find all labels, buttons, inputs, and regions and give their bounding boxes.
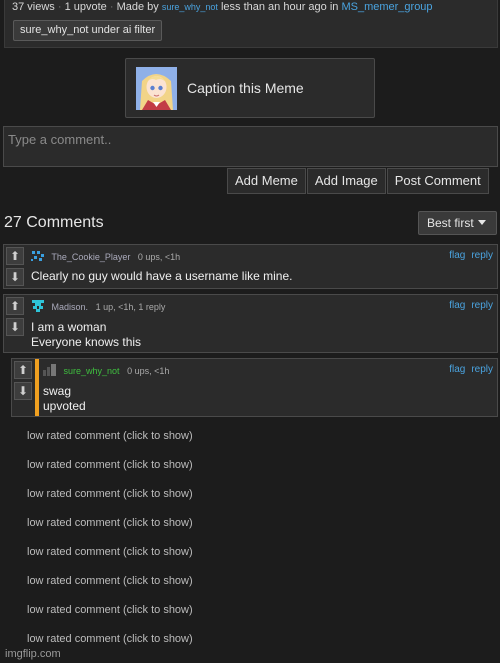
comment-actions: flag reply (443, 300, 493, 311)
caret-down-icon (477, 220, 486, 225)
low-rated-comment[interactable]: low rated comment (click to show) (27, 488, 193, 500)
add-image-button[interactable]: Add Image (306, 168, 386, 194)
comment-actions: flag reply (443, 250, 493, 261)
arrow-down-icon[interactable]: ⬇ (6, 268, 24, 286)
reply-link[interactable]: reply (471, 300, 493, 311)
post-info-panel: 37 views · 1 upvote · Made by sure_why_n… (4, 0, 498, 48)
low-rated-comment[interactable]: low rated comment (click to show) (27, 430, 193, 442)
views-count: 37 views (12, 1, 55, 13)
meme-thumbnail (136, 67, 177, 110)
reply-link[interactable]: reply (471, 364, 493, 375)
caption-meme-button[interactable]: Caption this Meme (125, 58, 375, 118)
separator: · (109, 1, 114, 13)
avatar (31, 251, 44, 261)
comment-line: swag (43, 384, 72, 398)
comment-header: The_Cookie_Player 0 ups, <1h (31, 250, 180, 262)
vote-controls: ⬆ ⬇ (12, 359, 34, 416)
comment-line: Everyone knows this (31, 335, 142, 349)
imgflip-watermark: imgflip.com (5, 648, 61, 660)
low-rated-comment[interactable]: low rated comment (click to show) (27, 633, 193, 645)
comment-actions: Add Meme Add Image Post Comment (227, 168, 490, 194)
comment-body: I am a woman Everyone knows this (31, 320, 141, 350)
comment-body: swag upvoted (43, 384, 86, 414)
sort-label: Best first (427, 216, 474, 230)
comment-reply: ⬆ ⬇ sure_why_not 0 ups, <1h flag reply sw… (11, 358, 498, 417)
comment-input[interactable] (3, 126, 498, 167)
flag-link[interactable]: flag (449, 250, 465, 261)
comment-line: Clearly no guy would have a username lik… (31, 269, 293, 283)
author-link[interactable]: sure_why_not (162, 2, 218, 12)
made-by-label: Made by (116, 1, 159, 13)
comment-header: sure_why_not 0 ups, <1h (43, 364, 169, 376)
comment-actions: flag reply (443, 364, 493, 375)
comment-stats: 0 ups, <1h (137, 252, 181, 262)
comment-stats: 0 ups, <1h (127, 366, 170, 376)
post-tag[interactable]: sure_why_not under ai filter (13, 20, 163, 41)
comments-count: 27 Comments (4, 214, 104, 231)
comment-line: upvoted (43, 399, 86, 413)
comment-author[interactable]: The_Cookie_Player (51, 252, 130, 262)
post-meta: 37 views · 1 upvote · Made by sure_why_n… (12, 1, 433, 13)
comment-body: Clearly no guy would have a username lik… (31, 269, 292, 284)
vote-controls: ⬆ ⬇ (4, 295, 26, 352)
op-accent-bar (35, 359, 39, 416)
upvote-count: 1 upvote (64, 1, 107, 13)
arrow-down-icon[interactable]: ⬇ (14, 382, 32, 400)
vote-controls: ⬆ ⬇ (4, 245, 26, 288)
low-rated-comment[interactable]: low rated comment (click to show) (27, 517, 193, 529)
arrow-up-icon[interactable]: ⬆ (6, 297, 24, 315)
reply-link[interactable]: reply (471, 250, 493, 261)
flag-link[interactable]: flag (449, 364, 465, 375)
low-rated-comment[interactable]: low rated comment (click to show) (27, 546, 193, 558)
comment-line: I am a woman (31, 320, 107, 334)
comment-author[interactable]: sure_why_not (64, 366, 120, 376)
comment-header: Madison. 1 up, <1h, 1 reply (31, 300, 165, 312)
comment: ⬆ ⬇ The_Cookie_Player 0 ups, <1h flag rep… (3, 244, 498, 289)
low-rated-comment[interactable]: low rated comment (click to show) (27, 459, 193, 471)
arrow-up-icon[interactable]: ⬆ (14, 361, 32, 379)
arrow-up-icon[interactable]: ⬆ (6, 247, 24, 265)
low-rated-comment[interactable]: low rated comment (click to show) (27, 575, 193, 587)
avatar (32, 300, 44, 312)
post-comment-button[interactable]: Post Comment (386, 168, 489, 194)
post-time: less than an hour ago in (220, 1, 339, 13)
caption-meme-label: Caption this Meme (187, 80, 304, 96)
add-meme-button[interactable]: Add Meme (227, 168, 306, 194)
stream-link[interactable]: MS_memer_group (341, 1, 432, 13)
low-rated-comment[interactable]: low rated comment (click to show) (27, 604, 193, 616)
separator: · (57, 1, 62, 13)
comment-stats: 1 up, <1h, 1 reply (95, 302, 166, 312)
arrow-down-icon[interactable]: ⬇ (6, 318, 24, 336)
sort-dropdown[interactable]: Best first (418, 211, 497, 235)
comment: ⬆ ⬇ Madison. 1 up, <1h, 1 reply flag repl… (3, 294, 498, 353)
avatar (43, 364, 56, 376)
comment-author[interactable]: Madison. (52, 302, 89, 312)
flag-link[interactable]: flag (449, 300, 465, 311)
